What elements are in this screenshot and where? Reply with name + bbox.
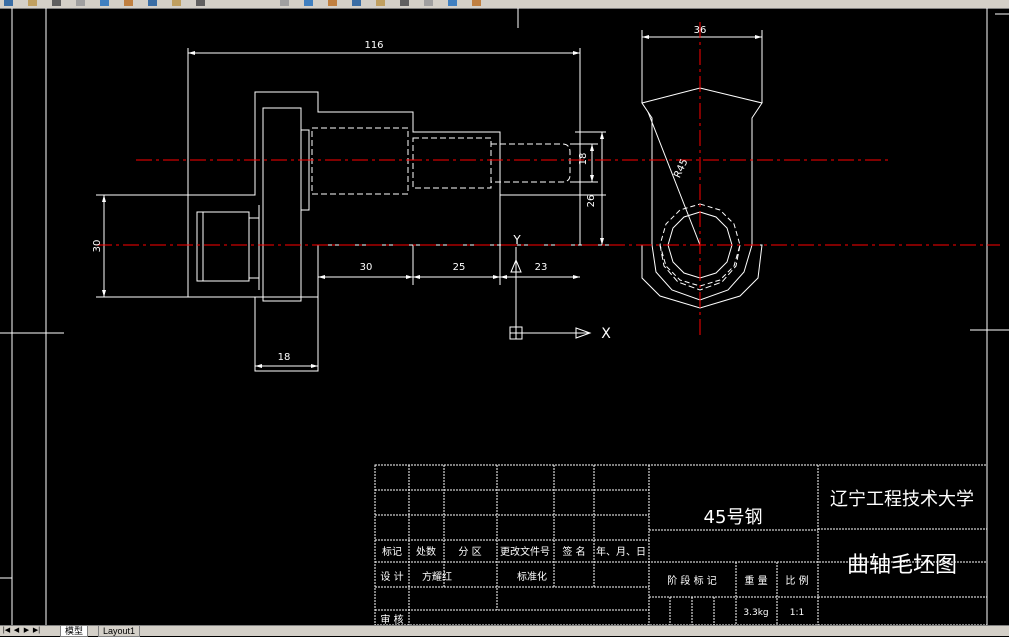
open-icon[interactable] <box>4 0 13 6</box>
dim-text-23: 23 <box>535 262 548 273</box>
pan-icon[interactable] <box>280 0 289 6</box>
drawing-name: 曲轴毛坯图 <box>847 553 957 578</box>
tab-layout1[interactable]: Layout1 <box>98 626 141 637</box>
revision-header-doc: 更改文件号 <box>500 545 550 558</box>
revision-header-count: 处数 <box>416 545 436 558</box>
design-center-icon[interactable] <box>400 0 409 6</box>
color-icon[interactable] <box>472 0 481 6</box>
scale-value: 1:1 <box>790 608 804 618</box>
left-journal <box>196 211 250 282</box>
paste-icon[interactable] <box>124 0 133 6</box>
weight-value: 3.3kg <box>743 608 768 618</box>
save-icon[interactable] <box>28 0 37 6</box>
material-text: 45号钢 <box>704 507 763 528</box>
copy-icon[interactable] <box>100 0 109 6</box>
standardization-label: 标准化 <box>517 570 547 583</box>
cut-icon[interactable] <box>76 0 85 6</box>
properties-icon[interactable] <box>376 0 385 6</box>
university-name: 辽宁工程技术大学 <box>830 489 974 510</box>
drawing-canvas[interactable]: 116 36 30 30 25 23 18 18 26 R45 Y X 45号钢… <box>0 8 1009 625</box>
first-tab-button[interactable]: |◀ <box>2 626 11 635</box>
last-tab-button[interactable]: ▶| <box>32 626 41 635</box>
ucs-icon: Y X <box>509 233 611 342</box>
scale-label: 比 例 <box>785 574 808 587</box>
crankshaft-front-view[interactable] <box>96 48 610 372</box>
left-step <box>248 217 260 279</box>
crankshaft-side-view[interactable] <box>641 30 763 309</box>
ucs-y-label: Y <box>512 233 521 247</box>
designer-name: 方耀红 <box>422 570 452 583</box>
print-icon[interactable] <box>52 0 61 6</box>
dim-text-116: 116 <box>364 40 383 51</box>
revision-header-sign: 签 名 <box>562 545 585 558</box>
outer-profile <box>641 87 763 309</box>
redo-icon[interactable] <box>196 0 205 6</box>
tab-model[interactable]: 模型 <box>60 626 89 637</box>
dim-arrows <box>102 51 604 368</box>
review-label: 审 核 <box>380 613 403 625</box>
crankpin <box>311 127 409 195</box>
ucs-x-label: X <box>601 326 611 342</box>
zoom-window-icon[interactable] <box>328 0 337 6</box>
dim-text-26: 26 <box>586 195 597 208</box>
blank-outline <box>187 91 581 372</box>
radius-leader <box>647 111 701 246</box>
shaft-end <box>491 143 571 183</box>
dim-text-30: 30 <box>360 262 373 273</box>
match-properties-icon[interactable] <box>148 0 157 6</box>
design-label: 设 计 <box>380 570 403 583</box>
zoom-icon[interactable] <box>304 0 313 6</box>
layout-tabbar: |◀ ◀ ▶ ▶| 模型 Layout1 <box>0 625 1009 637</box>
layer-icon[interactable] <box>448 0 457 6</box>
crank-web <box>262 107 302 302</box>
revision-header-zone: 分 区 <box>458 546 481 558</box>
undo-icon[interactable] <box>172 0 181 6</box>
centerlines <box>96 22 1000 336</box>
next-tab-button[interactable]: ▶ <box>22 626 31 635</box>
dim-text-dia-30: 30 <box>92 240 103 253</box>
tool-palettes-icon[interactable] <box>424 0 433 6</box>
dim-text-radius: R45 <box>672 157 690 179</box>
revision-header-mark: 标记 <box>382 546 402 558</box>
dim-text-18: 18 <box>278 352 291 363</box>
dim-text-36: 36 <box>694 25 707 36</box>
zoom-previous-icon[interactable] <box>352 0 361 6</box>
dim-text-dia-18: 18 <box>578 153 589 166</box>
revision-header-date: 年、月、日 <box>596 545 646 558</box>
web-step <box>300 129 310 211</box>
shaft-section <box>412 137 492 189</box>
prev-tab-button[interactable]: ◀ <box>12 626 21 635</box>
inner-profile <box>651 244 753 301</box>
weight-label: 重 量 <box>744 574 767 587</box>
dim-text-25: 25 <box>453 262 466 273</box>
stage-mark-label: 阶 段 标 记 <box>667 574 717 587</box>
